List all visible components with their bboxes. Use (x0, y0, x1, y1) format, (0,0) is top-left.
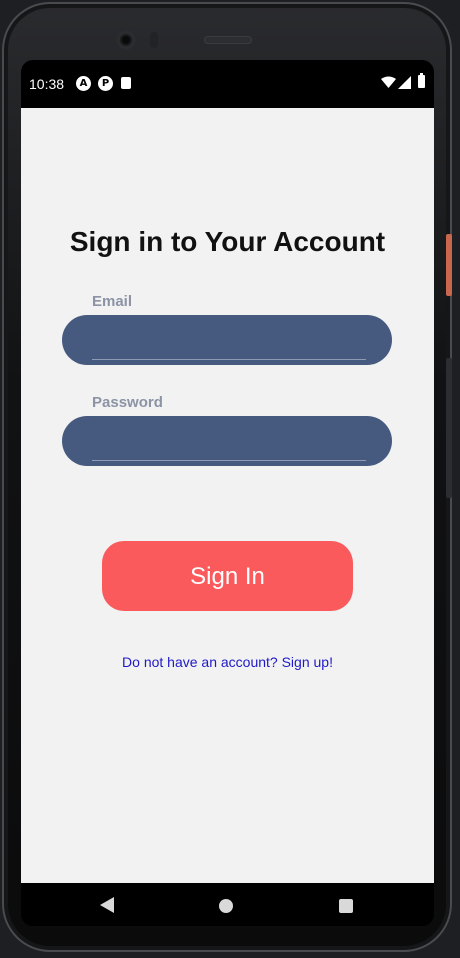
volume-button (446, 358, 452, 498)
power-button (446, 234, 452, 296)
signin-screen: Sign in to Your Account Email Password S… (21, 108, 434, 883)
sign-in-button[interactable]: Sign In (102, 541, 353, 611)
back-icon[interactable] (100, 897, 114, 913)
password-input[interactable] (92, 422, 366, 461)
signal-icon (398, 76, 411, 89)
front-camera-icon (116, 30, 136, 50)
email-field (62, 315, 392, 365)
app-icon: P (98, 76, 113, 91)
battery-icon (418, 73, 425, 88)
page-title: Sign in to Your Account (69, 226, 386, 257)
home-icon[interactable] (219, 899, 233, 913)
navigation-bar (21, 883, 434, 926)
wifi-icon (381, 76, 396, 88)
device-screen: 10:38 A P Sign in to Your Account Email … (21, 60, 434, 926)
password-field (62, 416, 392, 466)
status-time: 10:38 (29, 76, 65, 92)
password-label: Password (92, 394, 163, 411)
recents-icon[interactable] (339, 899, 353, 913)
autofill-icon: A (76, 76, 91, 91)
earpiece-speaker (204, 36, 252, 44)
sensor-icon (150, 32, 158, 48)
sign-up-link[interactable]: Do not have an account? Sign up! (21, 654, 434, 670)
status-bar: 10:38 A P (21, 60, 434, 108)
email-label: Email (92, 293, 133, 310)
sd-card-icon (121, 77, 131, 89)
device-frame: 10:38 A P Sign in to Your Account Email … (2, 2, 452, 952)
email-input[interactable] (92, 321, 366, 360)
